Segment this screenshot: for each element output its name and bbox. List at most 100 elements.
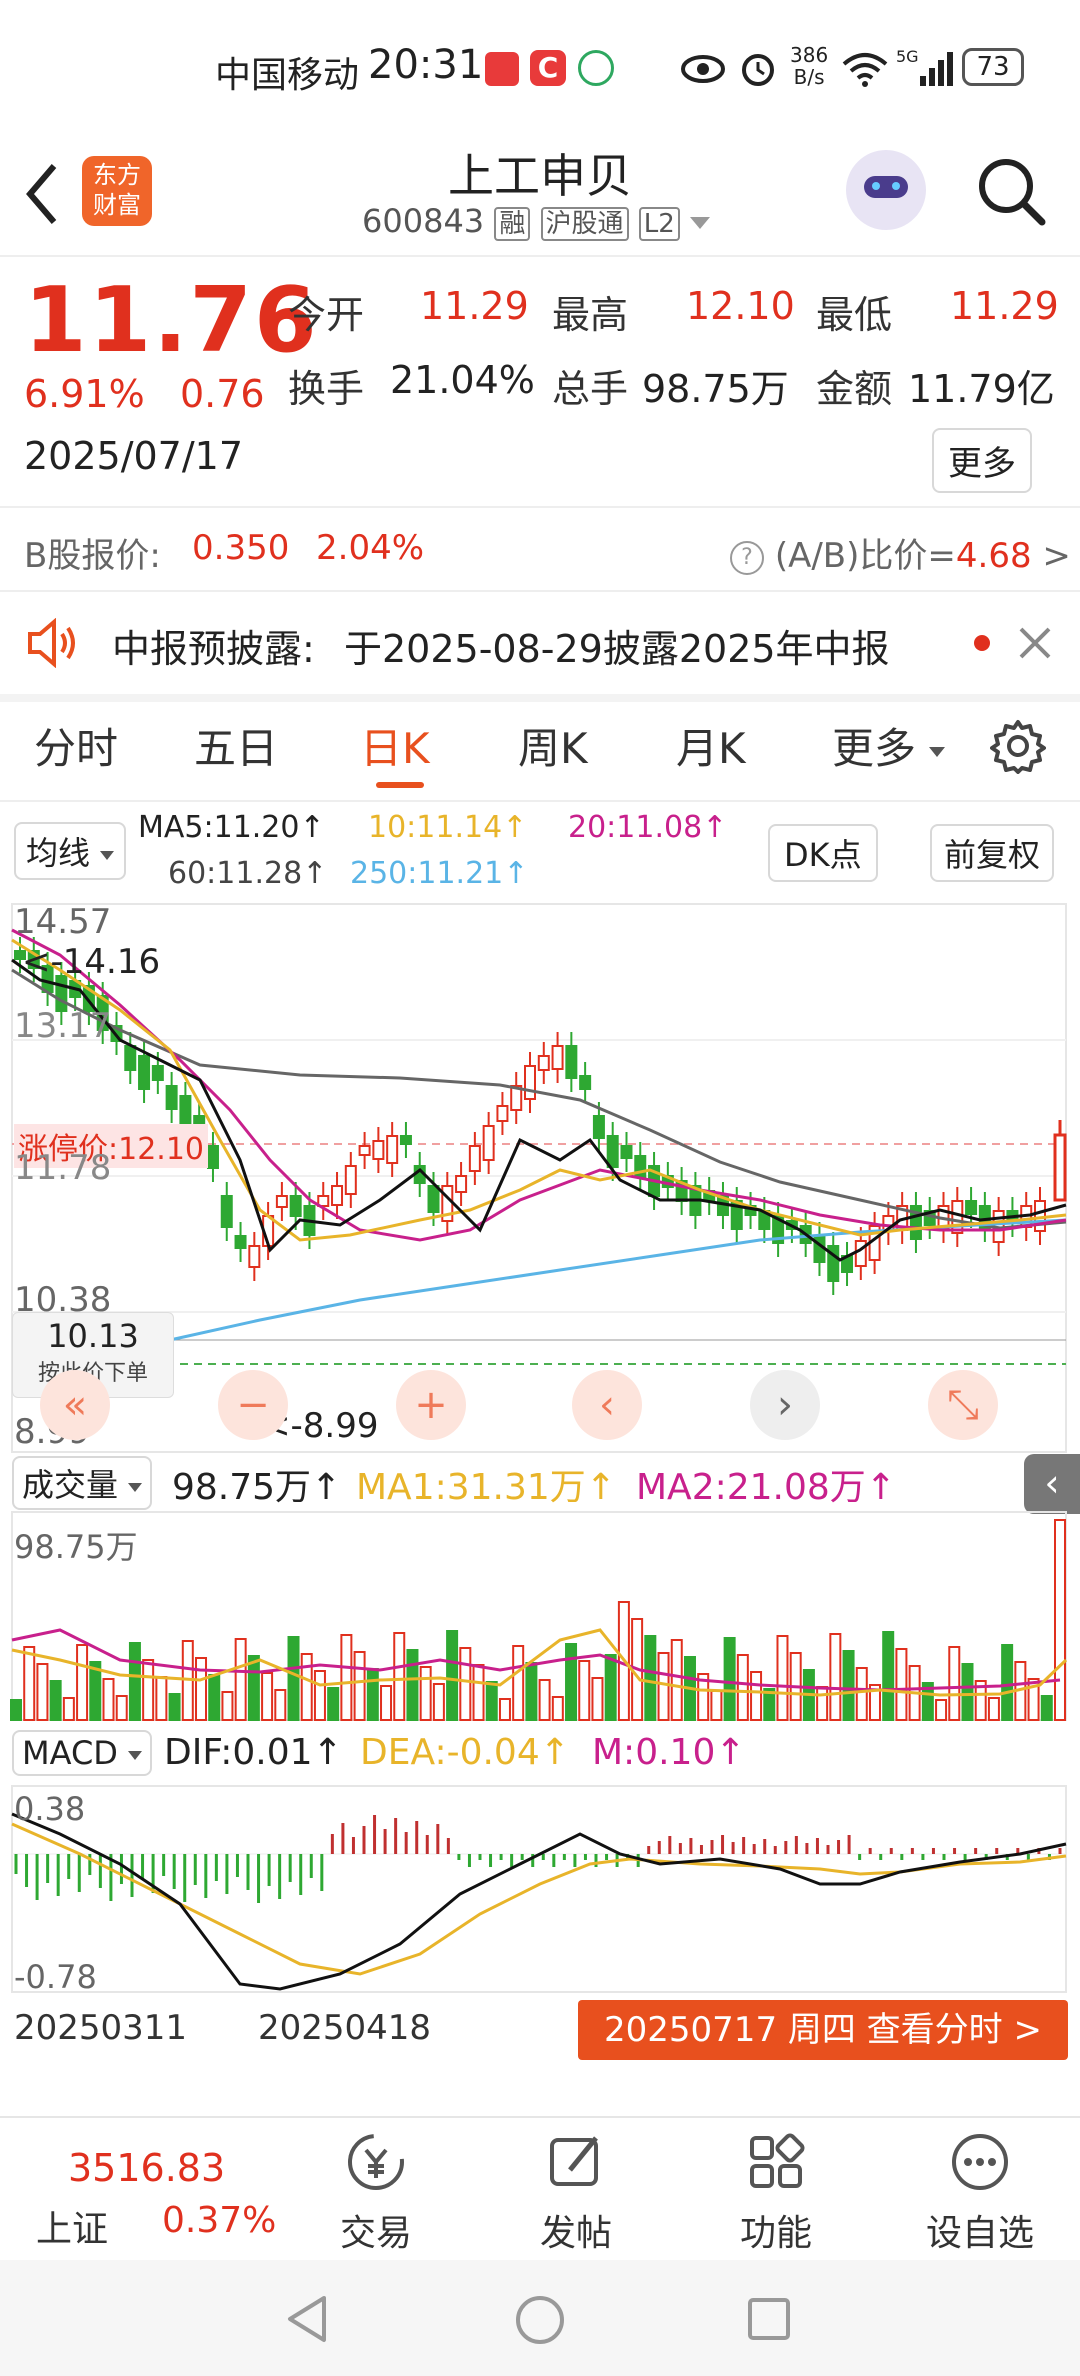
volume-value: 98.75万 [642,367,789,411]
candle [206,1145,219,1169]
tab-monthly-k[interactable]: 月K [676,715,746,776]
volume-selector[interactable]: 成交量 [12,1456,153,1510]
header: 东方 财富 上工申贝 600843 融 沪股通 L2 [0,140,1080,260]
volume-bar [432,1683,445,1721]
dk-point-button[interactable]: DK点 [768,824,878,882]
volume-bar [723,1637,736,1721]
stock-code-row[interactable]: 600843 融 沪股通 L2 [362,202,710,241]
ab-ratio[interactable]: ? (A/B)比价=4.68 > [730,528,1071,577]
view-intraday-button[interactable]: 20250717 周四 查看分时 > [578,2000,1068,2060]
robot-assistant-icon[interactable] [846,150,926,230]
nav-add-watchlist[interactable]: 设自选 [910,2130,1050,2256]
volume-selector-caret-icon [128,1482,143,1492]
volume-ma1: MA1:31.31万↑ [356,1467,616,1508]
volume-bar [208,1674,221,1721]
volume-bar [142,1659,155,1721]
volume-bar [485,1681,498,1721]
volume-bar [102,1678,115,1721]
volume-chart [10,1511,1068,1721]
volume-bar [419,1666,432,1721]
volume-bar [327,1687,340,1721]
margin-tag: 融 [494,207,531,241]
volume-bar [221,1691,234,1721]
candle [386,1135,399,1164]
system-recents-icon[interactable] [746,2296,792,2342]
volume-bar [366,1668,379,1721]
index-ticker[interactable]: 3516.83 上证 0.37% [30,2140,276,2260]
ma250-line [169,1218,1067,1342]
macd-selector[interactable]: MACD [12,1730,153,1776]
candle [124,1045,137,1071]
nav-function[interactable]: 功能 [706,2130,846,2256]
volume-bar [736,1654,749,1721]
collapse-panel-button[interactable]: ‹ [1024,1454,1080,1514]
carrier-label: 中国移动 [215,55,360,96]
help-icon[interactable]: ? [730,540,764,575]
nav-post[interactable]: 发帖 [506,2130,646,2256]
connect-tag: 沪股通 [540,207,629,241]
volume-bar [472,1664,485,1721]
zoom-in-button[interactable]: + [396,1370,466,1440]
volume-bar [512,1645,525,1721]
settings-gear-icon[interactable] [990,718,1046,774]
index-value: 3516.83 [68,2146,226,2190]
volume-bar [128,1642,141,1721]
tab-five-day[interactable]: 五日 [194,715,278,776]
scroll-left-button[interactable]: ‹ [572,1370,642,1440]
notice-bar[interactable]: 中报预披露: 于2025-08-29披露2025年中报 [0,592,1080,692]
fullscreen-button[interactable]: ⤡ [928,1370,998,1440]
trade-yen-icon [348,2134,404,2190]
close-icon[interactable] [1018,626,1052,660]
tab-intraday[interactable]: 分时 [34,715,118,776]
system-back-icon[interactable] [284,2294,330,2344]
candle [455,1175,468,1193]
candle [579,1075,592,1090]
b-share-label: B股报价: [24,536,161,576]
ma20-value: 20:11.08↑ [568,810,728,845]
volume-bar [565,1643,578,1721]
tab-more[interactable]: 更多 [832,715,946,776]
candle [138,1055,151,1090]
scroll-left-fast-button[interactable]: « [40,1370,110,1440]
ma60-value: 60:11.28↑ [168,856,328,891]
search-icon[interactable] [976,156,1048,228]
scroll-right-button[interactable]: › [750,1370,820,1440]
zoom-out-button[interactable]: − [218,1370,288,1440]
ma-selector-label: 均线 [26,834,91,872]
ab-ratio-label: (A/B)比价= [774,536,956,576]
tab-daily-k[interactable]: 日K [360,715,430,776]
candle [151,1065,164,1081]
nav-trade[interactable]: 交易 [306,2130,446,2256]
volume-bar [168,1693,181,1721]
nav-trade-label: 交易 [339,2213,412,2254]
volume-bar [261,1672,274,1721]
stock-code: 600843 [362,202,485,240]
volume-bar [816,1686,829,1721]
ma-selector[interactable]: 均线 [14,822,127,880]
candle [427,1185,440,1213]
volume-bar [76,1644,89,1721]
tab-weekly-k[interactable]: 周K [518,715,588,776]
candle [496,1105,509,1122]
forward-adjust-button[interactable]: 前复权 [930,824,1055,882]
app-c-icon: C [530,50,566,86]
volume-bar [987,1697,1000,1721]
candle [165,1085,178,1110]
high-value: 12.10 [686,284,795,328]
macd-chart [11,1785,1067,1993]
volume-bar [842,1650,855,1721]
system-home-icon[interactable] [514,2294,566,2346]
macd-m: M:0.10↑ [592,1732,746,1773]
low-value: 11.29 [950,284,1059,328]
ma10-value: 10:11.14↑ [368,810,528,845]
volume-axis-top: 98.75万 [14,1528,138,1566]
tab-more-label: 更多 [832,724,917,773]
candle [524,1065,536,1100]
volume-bar [551,1696,564,1721]
high-label: 最高 [552,293,629,337]
more-button[interactable]: 更多 [932,428,1032,493]
ab-ratio-arrow: > [1042,536,1071,576]
battery-level: 73 [976,52,1010,82]
volume-bar [710,1690,723,1721]
volume-bar [195,1657,208,1721]
